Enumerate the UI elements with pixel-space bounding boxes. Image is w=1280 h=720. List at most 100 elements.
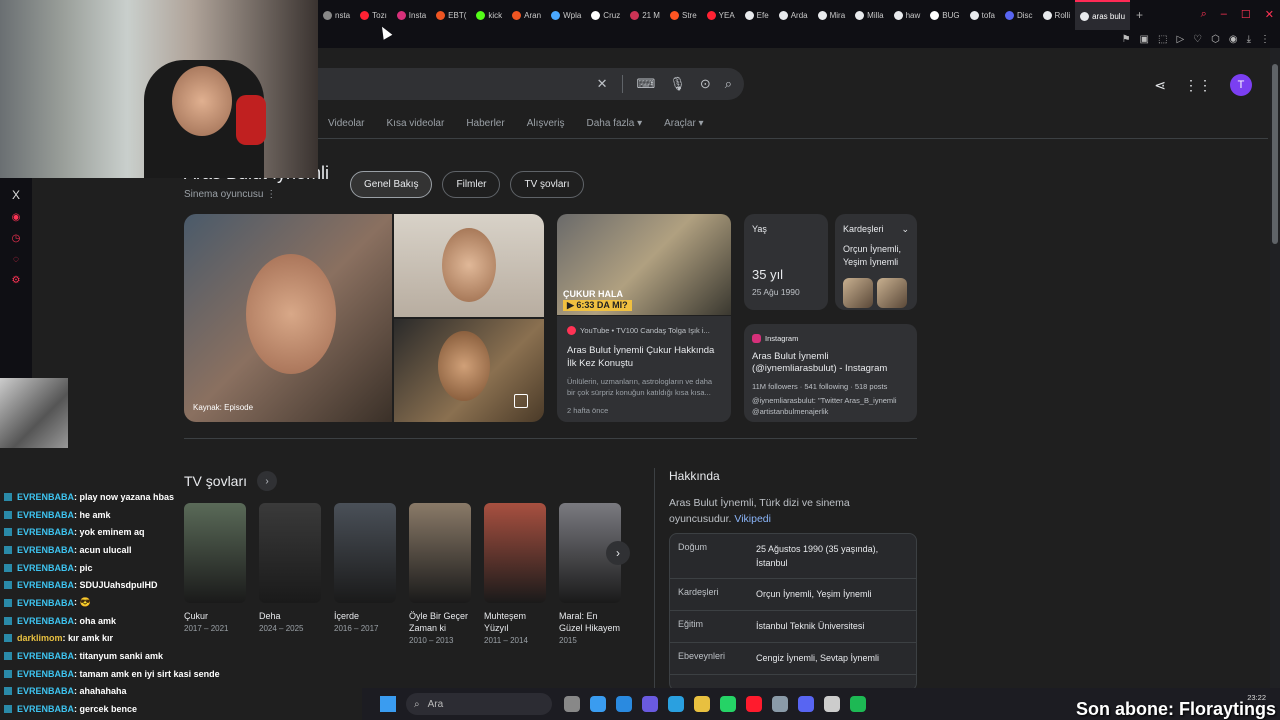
mic-icon[interactable]: 🎙 [669,76,686,92]
fact-value[interactable]: Cengiz İynemli, Sevtap İynemli [756,651,908,666]
store-icon[interactable] [590,696,606,712]
teams-icon[interactable] [642,696,658,712]
chat-username[interactable]: EVRENBABA [17,598,74,608]
browser-tab[interactable]: Insta [392,0,431,30]
chat-username[interactable]: EVRENBABA [17,545,74,555]
photo-top-right[interactable] [394,214,544,317]
steam-icon[interactable] [824,696,840,712]
browser-tab[interactable]: BUG [925,0,964,30]
browser-tab[interactable]: EBT( [431,0,471,30]
sibling-photo[interactable] [877,278,907,308]
chat-username[interactable]: EVRENBABA [17,616,74,626]
main-photo[interactable]: Kaynak: Episode [184,214,392,422]
bookmark-icon[interactable]: ⚑ [1122,34,1131,45]
browser-tab[interactable]: Rolli [1038,0,1076,30]
age-card[interactable]: Yaş 35 yıl 25 Ağu 1990 [744,214,828,310]
browser-tab[interactable]: 21 M [625,0,665,30]
taskbar-search[interactable]: ⌕ Ara [406,693,552,715]
scrollbar[interactable] [1270,48,1280,698]
chat-username[interactable]: EVRENBABA [17,510,74,520]
chat-username[interactable]: EVRENBABA [17,651,74,661]
filter-chip[interactable]: Filmler [442,171,501,198]
nav-tab[interactable]: Videolar [328,118,365,129]
browser-tab[interactable]: kick [471,0,507,30]
entity-subtitle[interactable]: Sinema oyuncusu ⋮ [184,189,276,200]
gallery-icon[interactable] [514,394,528,408]
browser-tab[interactable]: Mira [813,0,851,30]
edge-icon[interactable] [668,696,684,712]
browser-tab[interactable]: YEA [702,0,740,30]
explorer-icon[interactable] [694,696,710,712]
browser-tab[interactable]: Cruz [586,0,625,30]
x-icon[interactable]: X [0,188,32,202]
fact-value[interactable]: Orçun İynemli, Yeşim İynemli [756,587,908,602]
nav-tab[interactable]: Haberler [466,118,504,129]
show-poster[interactable] [409,503,471,603]
filter-chip[interactable]: Genel Bakış [350,171,433,198]
photo-bottom-right[interactable] [394,319,544,422]
fact-value[interactable]: İstanbul Teknik Üniversitesi [756,619,908,634]
filter-chip[interactable]: TV şovları [510,171,584,198]
browser-tab-active[interactable]: aras bulu [1075,0,1131,30]
download-icon[interactable]: ⤓ [1247,34,1251,45]
spotify-icon[interactable] [850,696,866,712]
tv-show-item[interactable]: Muhteşem Yüzyıl 2011 – 2014 [484,503,546,645]
scrollbar-thumb[interactable] [1272,64,1278,244]
search-icon[interactable]: ⌕ [725,76,732,92]
messenger-icon[interactable]: ◌ [0,254,32,265]
browser-tab[interactable]: Arda [774,0,813,30]
nav-tab[interactable]: Araçlar ▾ [664,118,703,129]
youtube-card[interactable]: YouTube • TV100 Candaş Tolga Işık i... A… [557,316,731,422]
cube-icon[interactable]: ⬡ [1211,34,1220,45]
lens-icon[interactable]: ⊙ [700,76,711,92]
chat-username[interactable]: EVRENBABA [17,580,74,590]
task-view-icon[interactable] [564,696,580,712]
opera-icon[interactable] [746,696,762,712]
browser-tab[interactable]: Wpla [546,0,586,30]
next-arrow-button[interactable]: › [606,541,630,565]
browser-tab[interactable]: Stre [665,0,702,30]
browser-tab[interactable]: tofa [965,0,1000,30]
instagram-card[interactable]: Instagram Aras Bulut İynemli (@iynemliar… [744,324,917,422]
maximize-icon[interactable]: ☐ [1241,8,1251,21]
player-icon[interactable]: ◉ [0,212,32,223]
sibling-photo[interactable] [843,278,873,308]
settings-icon[interactable]: ⚙ [0,275,32,286]
outlook-icon[interactable] [616,696,632,712]
chat-username[interactable]: EVRENBABA [17,669,74,679]
new-tab-button[interactable]: + [1130,8,1149,22]
browser-tab[interactable]: Aran [507,0,546,30]
close-icon[interactable]: ✕ [1265,8,1274,21]
extensions-icon[interactable]: ⬚ [1158,34,1167,45]
youtube-thumbnail[interactable]: ÇUKUR HALA ▶ 6:33 DA MI? [557,214,731,315]
browser-tab[interactable]: Disc [1000,0,1038,30]
menu-icon[interactable]: ⋮ [1260,34,1270,45]
fact-value[interactable]: 25 Ağustos 1990 (35 yaşında), İstanbul [756,542,908,570]
play-icon[interactable]: ▷ [1176,34,1184,45]
chat-username[interactable]: EVRENBABA [17,686,74,696]
discord-icon[interactable] [798,696,814,712]
nav-tab[interactable]: Kısa videolar [387,118,445,129]
browser-tab[interactable]: Milla [850,0,888,30]
browser-tab[interactable]: Efe [740,0,774,30]
wikipedia-link[interactable]: Vikipedi [734,513,771,525]
instagram-title[interactable]: Aras Bulut İynemli (@iynemliarasbulut) -… [752,351,909,375]
siblings-card[interactable]: Kardeşleri ⌄ Orçun İynemli, Yeşim İynemli [835,214,917,310]
search-bar[interactable]: ✕ ⌨ 🎙 ⊙ ⌕ [318,68,744,100]
keyboard-icon[interactable]: ⌨ [637,76,656,92]
windows-start-icon[interactable] [380,696,396,712]
app-icon[interactable] [772,696,788,712]
whatsapp-icon[interactable] [720,696,736,712]
browser-tab[interactable]: nsta [318,0,355,30]
show-poster[interactable] [484,503,546,603]
tv-show-item[interactable]: Maral: En Güzel Hikayem 2015 [559,503,621,645]
chat-username[interactable]: darklimom [17,633,63,643]
youtube-title[interactable]: Aras Bulut İynemli Çukur Hakkında İlk Ke… [567,344,721,370]
search-tabs-icon[interactable]: ⌕ [1201,8,1207,21]
heart-icon[interactable]: ♡ [1193,34,1202,45]
profile-icon[interactable]: ◉ [1229,34,1238,45]
nav-tab[interactable]: Alışveriş [527,118,565,129]
nav-tab[interactable]: Daha fazla ▾ [586,118,642,129]
clear-icon[interactable]: ✕ [597,76,608,92]
avatar[interactable]: T [1230,74,1252,96]
